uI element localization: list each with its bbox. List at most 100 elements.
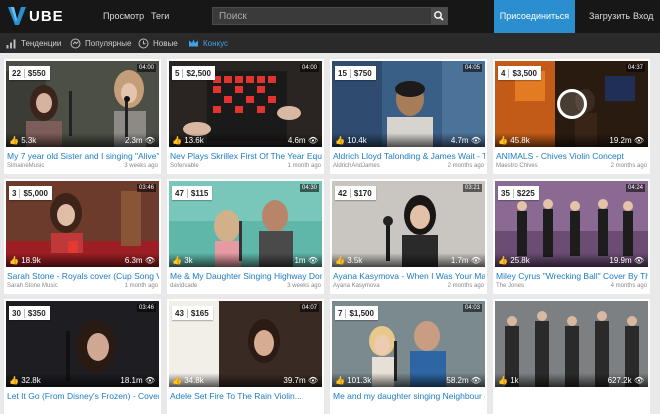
rank-badge: 15 $750 [335,66,376,80]
video-thumbnail[interactable]: 👍 1k 627.2k 👁 [495,301,648,387]
rank-number: 30 [12,308,21,318]
video-title[interactable]: Ayana Kasymova - When I Was Your Man [333,271,485,282]
video-duration: 04:05 [462,64,482,72]
video-thumbnail[interactable]: 42 $170 03:21 👍 3.5k 1.7m 👁 [332,181,485,267]
prize-amount: $225 [512,188,535,198]
video-title[interactable]: Let It Go (From Disney's Frozen) - Cover… [7,391,159,402]
video-stats: 👍 101.3k 58.2m 👁 [332,373,485,387]
like-count: 👍 10.4k [335,136,367,145]
video-card[interactable]: 22 $550 04:00 👍 5.3k 2.3m 👁 My 7 year ol… [4,59,161,174]
video-card[interactable]: 15 $750 04:05 👍 10.4k 4.7m 👁 Aldrich Llo… [330,59,487,174]
video-duration: 03:21 [462,184,482,192]
video-author[interactable]: The Jones [496,283,524,289]
upload-link[interactable]: Загрузить [589,0,630,33]
prize-amount: $5,000 [19,188,48,198]
tab-new[interactable]: Новые [138,33,178,53]
video-duration: 04:37 [625,64,645,72]
like-count: 👍 32.8k [9,376,41,385]
video-thumbnail[interactable]: 5 $2,500 04:00 👍 13.6k 4.6m 👁 [169,61,322,147]
video-card[interactable]: 3 $5,000 03:46 👍 18.9k 6.3m 👁 Sarah Ston… [4,179,161,294]
tab-contest[interactable]: Конкус [188,33,228,53]
video-author[interactable]: davidcade [170,283,197,289]
video-title[interactable]: ANIMALS - Chives Violin Concept [496,151,648,162]
video-author[interactable]: Sarah Stone Music [7,283,58,289]
tab-trending[interactable]: Тенденции [6,33,61,53]
video-stats: 👍 10.4k 4.7m 👁 [332,133,485,147]
video-stats: 👍 3.5k 1.7m 👁 [332,253,485,267]
video-card[interactable]: 👍 1k 627.2k 👁 [493,299,650,414]
video-author[interactable]: Maestro Chives [496,163,538,169]
video-thumbnail[interactable]: 30 $350 03:46 👍 32.8k 18.1m 👁 [6,301,159,387]
video-stats: 👍 45.8k 19.2m 👁 [495,133,648,147]
search-button[interactable] [431,8,447,24]
video-card[interactable]: 42 $170 03:21 👍 3.5k 1.7m 👁 Ayana Kasymo… [330,179,487,294]
video-age: 2 months ago [447,283,484,289]
prize-amount: $170 [349,188,372,198]
subscribe-button[interactable]: Присоединиться [494,0,575,33]
video-age: 3 weeks ago [124,163,158,169]
view-count: 627.2k 👁 [607,376,644,385]
video-card[interactable]: 47 $115 04:30 👍 3k 1m 👁 Me & My Daughter… [167,179,324,294]
video-thumbnail[interactable]: 4 $3,500 04:37 👍 45.8k 19.2m 👁 [495,61,648,147]
rank-number: 43 [175,308,184,318]
tab-popular[interactable]: Популярные [70,33,131,53]
nav-browse[interactable]: Просмотр [103,0,144,33]
login-link[interactable]: Вход [633,0,653,33]
video-author[interactable]: Ayana Kasymova [333,283,380,289]
video-title[interactable]: Miley Cyrus "Wrecking Ball" Cover By The… [496,271,648,282]
search-input[interactable] [213,8,431,24]
video-card[interactable]: 5 $2,500 04:00 👍 13.6k 4.6m 👁 Nev Plays … [167,59,324,174]
like-count-value: 3k [184,256,193,265]
video-title[interactable]: My 7 year old Sister and I singing "Aliv… [7,151,159,162]
prize-amount: $350 [23,308,46,318]
view-count-value: 19.2m [609,136,632,145]
like-count: 👍 45.8k [498,136,530,145]
video-title[interactable]: Me and my daughter singing Neighbour (Ha… [333,391,485,402]
video-card[interactable]: 7 $1,500 04:03 👍 101.3k 58.2m 👁 Me and m… [330,299,487,414]
video-title[interactable]: Sarah Stone - Royals cover (Cup Song Ver… [7,271,159,282]
trending-icon [6,39,16,48]
video-thumbnail[interactable]: 22 $550 04:00 👍 5.3k 2.3m 👁 [6,61,159,147]
rank-number: 5 [175,68,180,78]
video-card[interactable]: 4 $3,500 04:37 👍 45.8k 19.2m 👁 ANIMALS -… [493,59,650,174]
video-thumbnail[interactable]: 7 $1,500 04:03 👍 101.3k 58.2m 👁 [332,301,485,387]
video-thumbnail[interactable]: 43 $165 04:07 👍 34.8k 39.7m 👁 [169,301,322,387]
video-title[interactable]: Adele Set Fire To The Rain Violin... [170,391,322,402]
nav-tags[interactable]: Теги [151,0,169,33]
video-thumbnail[interactable]: 47 $115 04:30 👍 3k 1m 👁 [169,181,322,267]
video-author[interactable]: Sofervable [170,163,199,169]
rank-badge: 43 $165 [172,306,213,320]
view-count: 4.7m 👁 [450,136,481,145]
like-count: 👍 101.3k [335,376,372,385]
video-card[interactable]: 43 $165 04:07 👍 34.8k 39.7m 👁 Adele Set … [167,299,324,414]
video-title[interactable]: Nev Plays Skrillex First Of The Year Equ… [170,151,322,162]
rank-badge: 5 $2,500 [172,66,215,80]
view-count: 39.7m 👁 [283,376,318,385]
view-count-value: 2.3m [124,136,143,145]
prize-amount: $2,500 [182,68,211,78]
like-count-value: 34.8k [184,376,204,385]
video-thumbnail[interactable]: 35 $225 04:24 👍 25.8k 19.9m 👁 [495,181,648,267]
video-author[interactable]: AldrichAndJames [333,163,380,169]
video-author[interactable]: SimaineMusic [7,163,44,169]
tab-label: Конкус [203,38,229,48]
rank-badge: 22 $550 [9,66,50,80]
video-duration: 04:07 [299,304,319,312]
video-thumbnail[interactable]: 15 $750 04:05 👍 10.4k 4.7m 👁 [332,61,485,147]
play-icon[interactable] [557,89,587,119]
video-card[interactable]: 35 $225 04:24 👍 25.8k 19.9m 👁 Miley Cyru… [493,179,650,294]
logo[interactable]: UBE [6,4,64,28]
view-count-value: 58.2m [446,376,469,385]
video-title[interactable]: Aldrich Lloyd Talonding & James Wait - T… [333,151,485,162]
like-count-value: 18.9k [21,256,41,265]
video-card[interactable]: 30 $350 03:46 👍 32.8k 18.1m 👁 Let It Go … [4,299,161,414]
view-count: 2.3m 👁 [124,136,155,145]
video-title[interactable]: Me & My Daughter Singing Highway Don't C… [170,271,322,282]
rank-badge: 3 $5,000 [9,186,52,200]
video-duration: 04:24 [625,184,645,192]
rank-number: 15 [338,68,347,78]
video-thumbnail[interactable]: 3 $5,000 03:46 👍 18.9k 6.3m 👁 [6,181,159,267]
view-count: 18.1m 👁 [120,376,155,385]
view-count-value: 39.7m [283,376,306,385]
like-count: 👍 13.6k [172,136,204,145]
